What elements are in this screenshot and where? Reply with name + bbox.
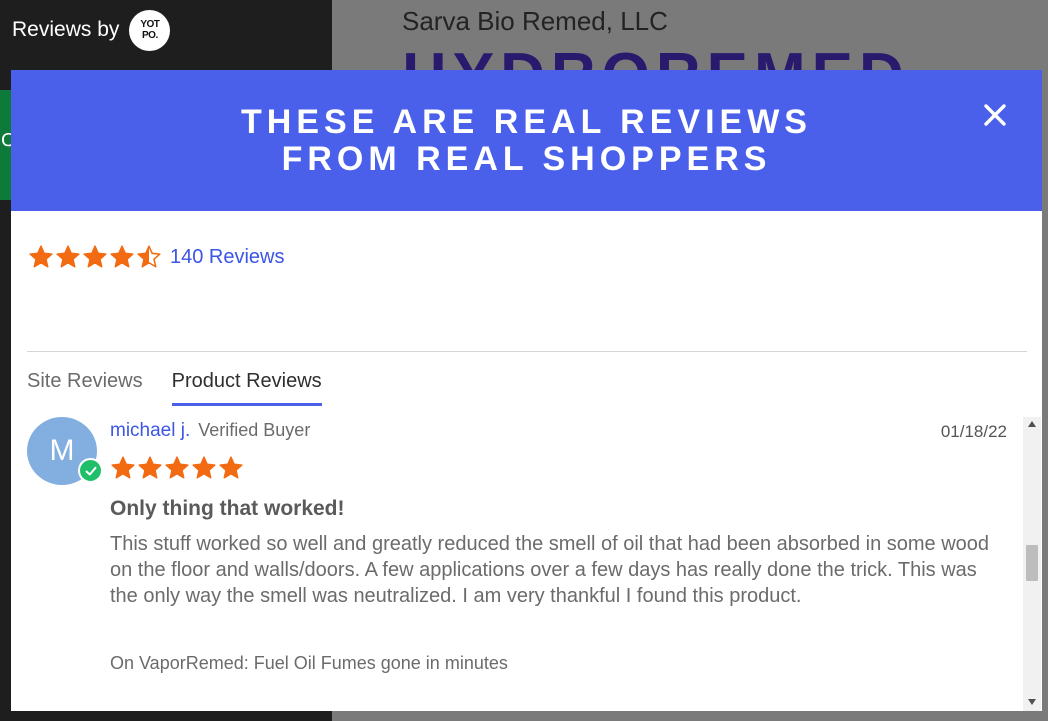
review-stars: [110, 455, 244, 481]
scroll-up-arrow-icon[interactable]: [1028, 421, 1036, 427]
close-button[interactable]: [978, 98, 1012, 132]
rating-summary: 140 Reviews: [28, 244, 285, 270]
background-headline: HYDROREMED: [402, 40, 1042, 70]
background-company-name: Sarva Bio Remed, LLC: [402, 6, 668, 36]
review-tabs: Site Reviews Product Reviews: [27, 370, 322, 406]
close-icon: [984, 104, 1006, 126]
modal-title-line2: FROM REAL SHOPPERS: [281, 139, 772, 178]
reviews-modal: THESE ARE REAL REVIEWS FROM REAL SHOPPER…: [11, 70, 1042, 711]
logo-text-line2: PO.: [142, 30, 158, 41]
review-product[interactable]: On VaporRemed: Fuel Oil Fumes gone in mi…: [110, 653, 508, 674]
star-icon: [83, 245, 107, 268]
yotpo-brand: Reviews by YOT PO.: [12, 9, 171, 51]
review-title: Only thing that worked!: [110, 497, 345, 520]
modal-header: THESE ARE REAL REVIEWS FROM REAL SHOPPER…: [11, 70, 1042, 211]
modal-title-line1: THESE ARE REAL REVIEWS: [241, 102, 812, 141]
reviewer-line: michael j. Verified Buyer: [110, 420, 310, 442]
star-icon: [219, 456, 243, 479]
star-icon: [29, 245, 53, 268]
summary-stars: [28, 244, 162, 270]
reviewer-name[interactable]: michael j.: [110, 420, 190, 442]
star-icon: [192, 456, 216, 479]
review-item: M michael j. Verified Buyer 01/18/22 Onl…: [27, 417, 1017, 711]
tab-product-reviews[interactable]: Product Reviews: [171, 370, 322, 406]
scroll-down-arrow-icon[interactable]: [1028, 699, 1036, 705]
star-icon: [137, 245, 161, 268]
check-icon: [85, 466, 96, 475]
divider: [27, 351, 1027, 352]
brand-label: Reviews by: [12, 18, 120, 41]
yotpo-logo: YOT PO.: [129, 9, 171, 51]
review-body: This stuff worked so well and greatly re…: [110, 533, 990, 607]
tab-site-reviews[interactable]: Site Reviews: [27, 370, 143, 406]
verified-buyer-label: Verified Buyer: [198, 420, 311, 440]
review-count-link[interactable]: 140 Reviews: [170, 246, 285, 269]
star-icon: [138, 456, 162, 479]
scroll-thumb[interactable]: [1026, 545, 1038, 581]
star-icon: [165, 456, 189, 479]
review-scrollbar[interactable]: [1023, 417, 1041, 711]
star-icon: [56, 245, 80, 268]
star-icon: [111, 456, 135, 479]
logo-text-line1: YOT: [140, 19, 160, 30]
star-icon: [110, 245, 134, 268]
review-date: 01/18/22: [940, 422, 1007, 441]
verified-badge: [78, 458, 103, 483]
